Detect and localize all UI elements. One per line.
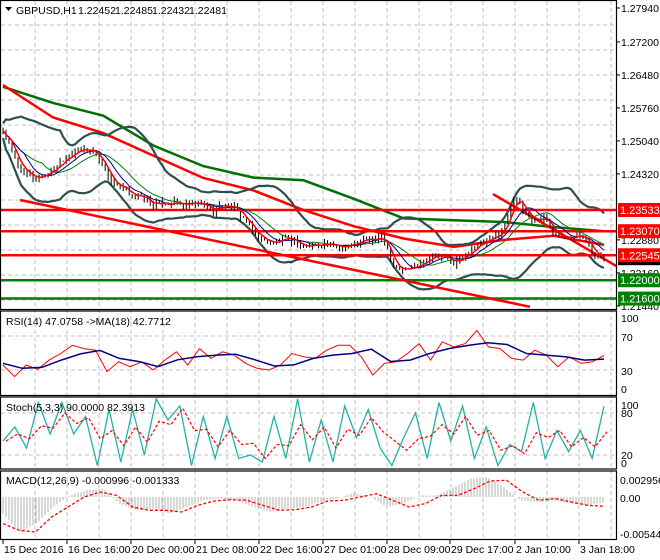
- price-tick-label: 1.24320: [621, 169, 659, 181]
- stoch-signal-line: [5, 407, 608, 460]
- time-tick-label: 29 Dec 17:00: [451, 544, 514, 556]
- chart-canvas[interactable]: 1.27940 1.27200 1.26480 1.25760 1.25040 1.243…: [0, 0, 660, 560]
- time-tick-label: 21 Dec 08:00: [196, 544, 259, 556]
- dropdown-triangle-icon[interactable]: [5, 7, 12, 11]
- trading-chart-window[interactable]: 1.27940 1.27200 1.26480 1.25760 1.25040 1.243…: [0, 0, 660, 560]
- time-tick-label: 27 Dec 01:00: [324, 544, 387, 556]
- trend-line[interactable]: [19, 198, 531, 309]
- price-axis: 1.27940 1.27200 1.26480 1.25760 1.25040 1.243…: [617, 3, 660, 541]
- rsi-axis-label: 100: [621, 313, 639, 325]
- macd-axis-label: 0.002956: [620, 475, 660, 487]
- level-price-label: 1.22545: [620, 250, 660, 262]
- bollinger-lower-band: [1, 137, 605, 291]
- time-tick-label: 16 Dec 16:00: [68, 544, 131, 556]
- level-price-label: 1.21600: [620, 294, 660, 306]
- time-tick-label: 3 Jan 18:00: [580, 544, 635, 556]
- level-price-label: 1.23070: [620, 226, 660, 238]
- chart-header: GBPUSD,H1 1.22452 1.22485 1.22432 1.2248…: [5, 5, 227, 17]
- high-price: 1.22485: [115, 5, 153, 17]
- low-price: 1.22432: [152, 5, 190, 17]
- close-price: 1.22481: [189, 5, 227, 17]
- rsi-axis-label: 70: [621, 332, 633, 344]
- price-tick-label: 1.25760: [621, 103, 659, 115]
- price-tick-label: 1.27940: [621, 3, 659, 15]
- rsi-axis-label: 0: [621, 384, 627, 396]
- stoch-axis-label: 0: [621, 458, 627, 470]
- time-tick-label: 20 Dec 00:00: [132, 544, 195, 556]
- level-price-label: 1.22000: [620, 275, 660, 287]
- macd-label: MACD(12,26,9) -0.000996 -0.001333: [6, 475, 180, 487]
- level-price-label: 1.23533: [620, 205, 660, 217]
- macd-axis-label: 0.00: [620, 493, 641, 505]
- rsi-axis-label: 30: [621, 366, 633, 378]
- price-tick-label: 1.26480: [621, 70, 659, 82]
- macd-axis-label: -0.005445: [620, 529, 660, 541]
- stoch-axis-label: 80: [621, 408, 633, 420]
- time-tick-label: 15 Dec 2016: [4, 544, 64, 556]
- price-tick-label: 1.25040: [621, 136, 659, 148]
- time-tick-label: 28 Dec 09:00: [388, 544, 451, 556]
- price-tick-label: 1.27200: [621, 37, 659, 49]
- rsi-ma-line: [2, 342, 605, 370]
- symbol-label: GBPUSD,H1: [16, 5, 77, 17]
- time-tick-label: 2 Jan 10:00: [516, 544, 571, 556]
- stoch-label: Stoch(5,3,3) 90.0000 82.3913: [6, 402, 145, 414]
- main-pane-border: [0, 0, 618, 311]
- time-tick-label: 22 Dec 16:00: [260, 544, 323, 556]
- open-price: 1.22452: [78, 5, 116, 17]
- main-price-pane[interactable]: [1, 83, 618, 309]
- time-axis: 15 Dec 2016 16 Dec 16:00 20 Dec 00:00 21 De…: [2, 540, 635, 556]
- rsi-label: RSI(14) 47.0758 ->MA(18) 42.7712: [6, 316, 171, 328]
